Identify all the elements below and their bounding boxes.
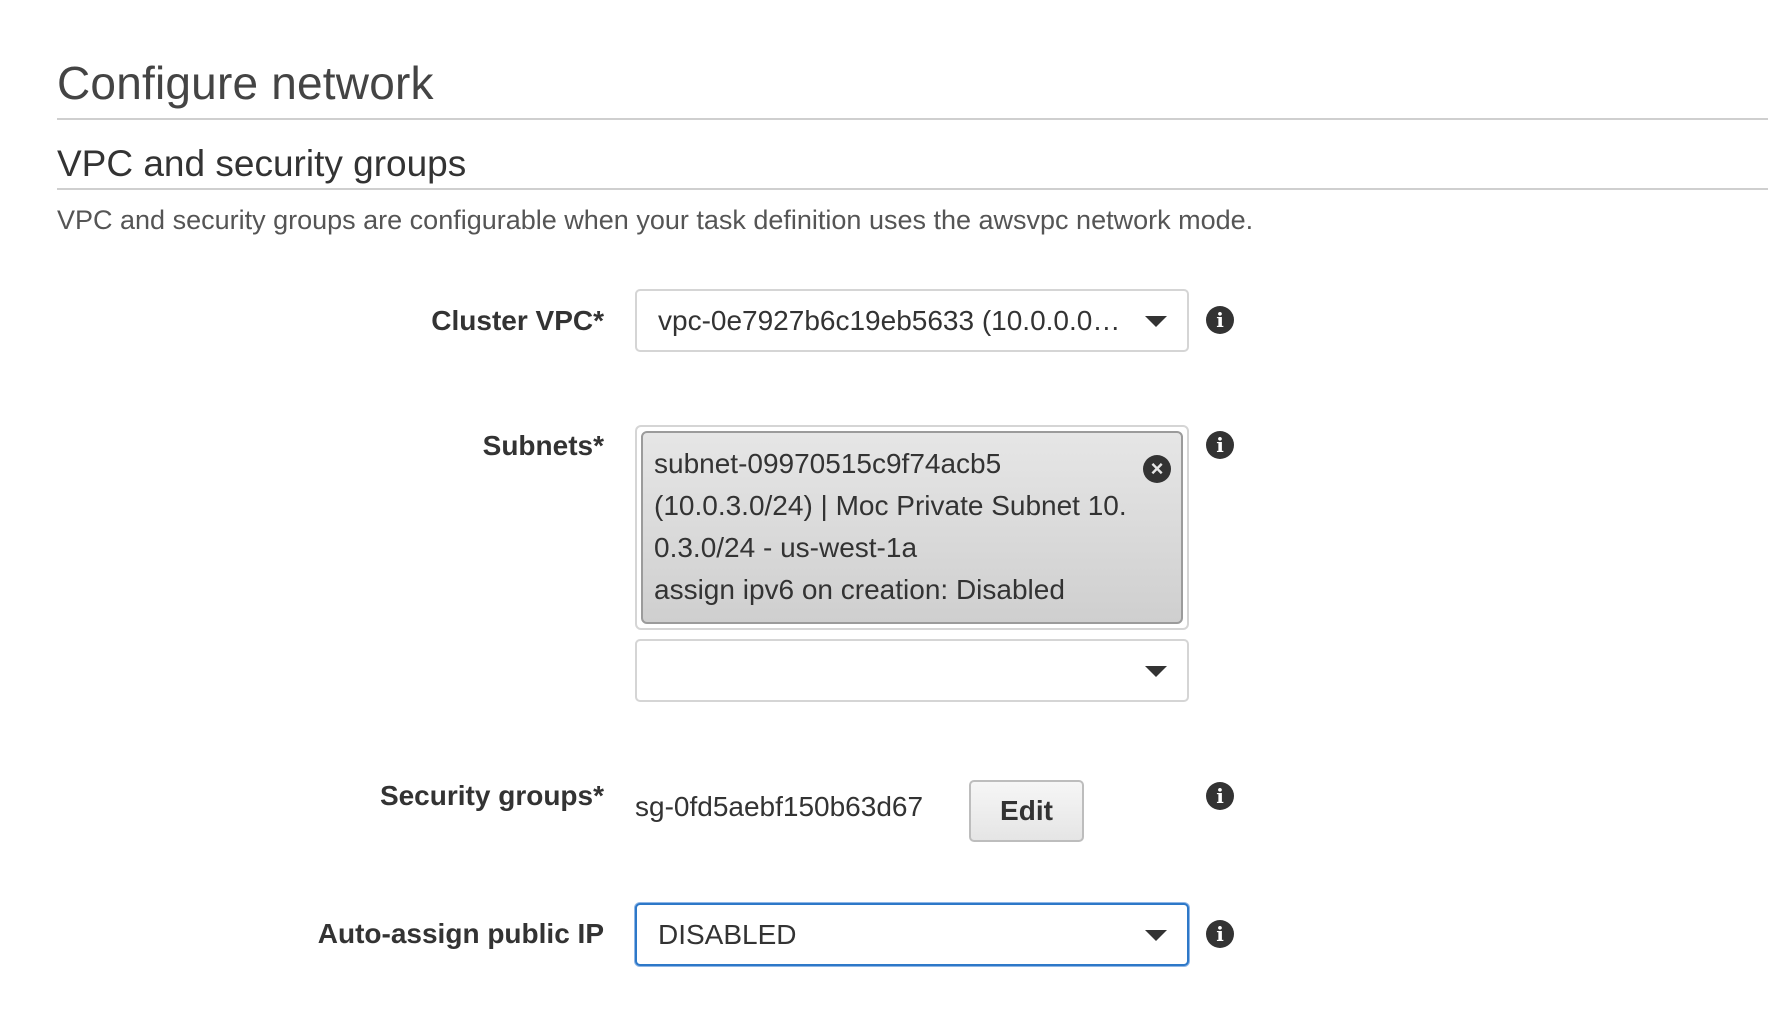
info-icon[interactable]: i xyxy=(1206,782,1234,810)
page-title: Configure network xyxy=(57,57,434,109)
subnets-label: Subnets* xyxy=(482,430,604,461)
cluster-vpc-select[interactable]: vpc-0e7927b6c19eb5633 (10.0.0.0/16) xyxy=(635,289,1189,352)
auto-assign-public-ip-label: Auto-assign public IP xyxy=(317,918,604,949)
edit-security-groups-button[interactable]: Edit xyxy=(969,780,1084,842)
info-icon[interactable]: i xyxy=(1206,306,1234,334)
section-description: VPC and security groups are configurable… xyxy=(57,205,1254,235)
chevron-down-icon xyxy=(1145,665,1167,677)
cluster-vpc-value: vpc-0e7927b6c19eb5633 (10.0.0.0/16) xyxy=(658,304,1127,336)
close-circle-icon[interactable]: × xyxy=(1143,455,1171,483)
chevron-down-icon xyxy=(1145,929,1167,941)
auto-assign-public-ip-select[interactable]: DISABLED xyxy=(635,903,1189,966)
subnet-token-line: assign ipv6 on creation: Disabled xyxy=(654,574,1065,605)
title-divider xyxy=(57,118,1768,120)
security-groups-label: Security groups* xyxy=(379,780,604,811)
info-icon[interactable]: i xyxy=(1206,431,1234,459)
security-group-id: sg-0fd5aebf150b63d67 xyxy=(635,791,924,822)
subnet-token-line: subnet-09970515c9f74acb5 xyxy=(654,448,1002,479)
subnet-token-line: 0.3.0/24 - us-west-1a xyxy=(654,532,918,563)
section-title: VPC and security groups xyxy=(57,143,467,184)
auto-assign-public-ip-value: DISABLED xyxy=(658,918,797,950)
subnet-token: subnet-09970515c9f74acb5 (10.0.3.0/24) |… xyxy=(641,431,1183,624)
subnet-token-line: (10.0.3.0/24) | Moc Private Subnet 10. xyxy=(654,490,1127,521)
cluster-vpc-label: Cluster VPC* xyxy=(431,305,604,336)
configure-network-page: Configure network VPC and security group… xyxy=(0,0,1778,1010)
section-divider xyxy=(57,188,1768,190)
chevron-down-icon xyxy=(1145,315,1167,327)
info-icon[interactable]: i xyxy=(1206,920,1234,948)
subnets-multiselect: subnet-09970515c9f74acb5 (10.0.3.0/24) |… xyxy=(635,425,1189,630)
subnets-add-select[interactable] xyxy=(635,639,1189,702)
